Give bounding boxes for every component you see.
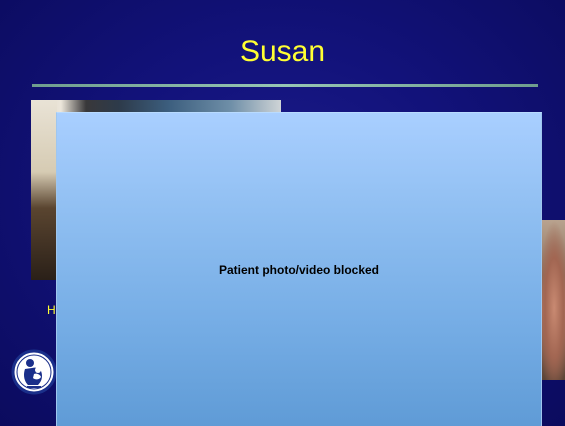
patient-photo-left-edge	[31, 100, 57, 280]
title-divider	[32, 84, 538, 87]
blocked-media-overlay: Patient photo/video blocked	[56, 112, 542, 426]
patient-photo-right	[538, 220, 565, 380]
slide-title: Susan	[239, 35, 326, 68]
photo-caption: H	[47, 303, 56, 317]
mother-and-child-logo-icon	[11, 349, 57, 395]
blocked-message: Patient photo/video blocked	[218, 263, 379, 277]
slide: Susan H Patient photo/video blocked	[0, 0, 565, 426]
